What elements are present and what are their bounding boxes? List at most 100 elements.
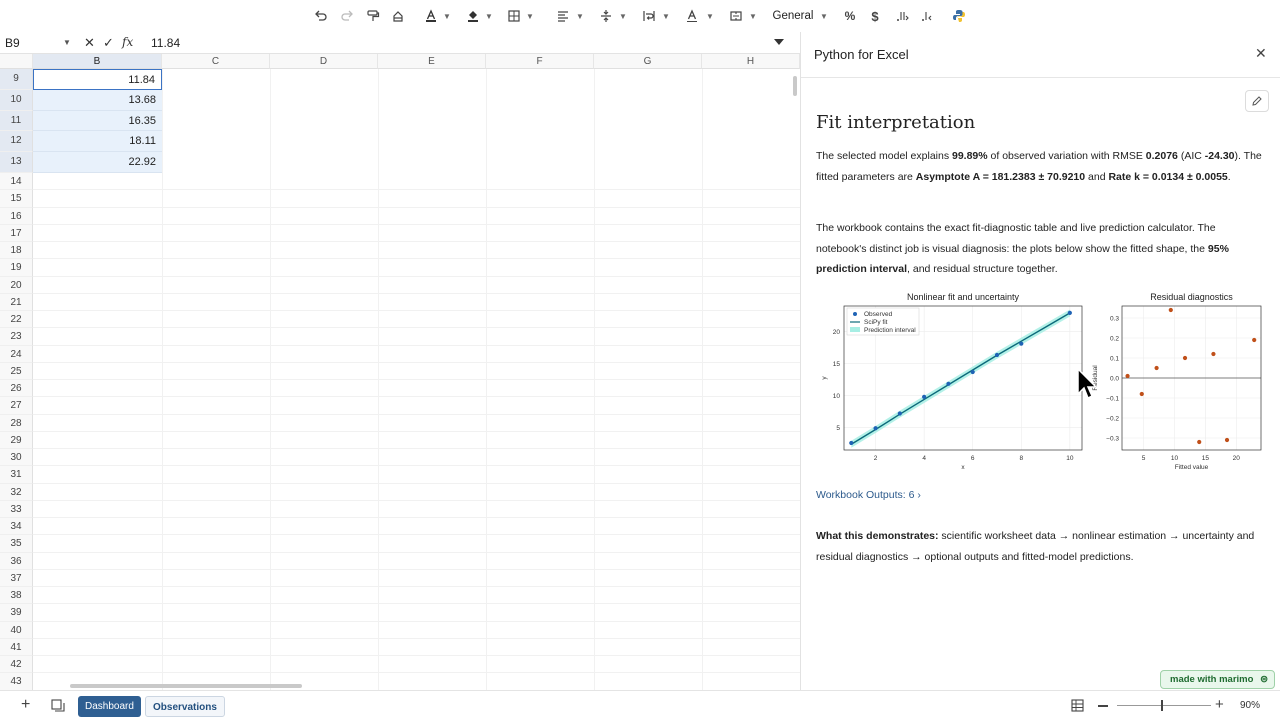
currency-icon[interactable]: $ <box>867 6 883 26</box>
zoom-slider[interactable] <box>1117 705 1211 706</box>
clear-format-icon[interactable] <box>389 6 407 26</box>
vertical-scrollbar[interactable] <box>793 76 797 96</box>
percent-icon[interactable]: % <box>842 6 858 26</box>
row-header[interactable]: 41 <box>0 638 33 656</box>
row-header[interactable]: 15 <box>0 190 33 208</box>
increase-decimal-icon[interactable] <box>893 6 911 26</box>
row-header[interactable]: 35 <box>0 535 33 553</box>
row-header[interactable]: 36 <box>0 552 33 570</box>
chevron-down-icon[interactable]: ▼ <box>662 6 670 26</box>
function-icon[interactable]: fx <box>122 35 133 49</box>
row-header[interactable]: 27 <box>0 397 33 415</box>
row-header[interactable]: 37 <box>0 569 33 587</box>
grid-cell[interactable]: 16.35 <box>33 110 162 132</box>
python-icon[interactable] <box>950 6 968 26</box>
row-header[interactable]: 21 <box>0 293 33 311</box>
row-header[interactable]: 34 <box>0 518 33 536</box>
row-header[interactable]: 23 <box>0 328 33 346</box>
add-sheet-icon[interactable]: + <box>21 696 30 714</box>
row-header[interactable]: 40 <box>0 621 33 639</box>
row-header[interactable]: 14 <box>0 173 33 191</box>
text-rotation-icon[interactable] <box>683 6 701 26</box>
fill-color-icon[interactable] <box>464 6 482 26</box>
chevron-down-icon[interactable]: ▼ <box>576 6 584 26</box>
row-header[interactable]: 18 <box>0 242 33 260</box>
expand-formula-icon[interactable] <box>774 39 784 45</box>
align-left-icon[interactable] <box>554 6 572 26</box>
chevron-down-icon[interactable]: ▼ <box>820 6 828 26</box>
workbook-outputs-link[interactable]: Workbook Outputs: 6 › <box>816 489 921 501</box>
chevron-down-icon[interactable]: ▼ <box>443 6 451 26</box>
vertical-align-icon[interactable] <box>597 6 615 26</box>
undo-icon[interactable] <box>312 6 330 26</box>
merge-cells-icon[interactable] <box>727 6 745 26</box>
made-with-marimo-badge[interactable]: made with marimo ⊜ <box>1160 670 1275 689</box>
row-header[interactable]: 17 <box>0 224 33 242</box>
column-header-f[interactable]: F <box>486 54 594 69</box>
chevron-down-icon[interactable]: ▼ <box>749 6 757 26</box>
column-header-h[interactable]: H <box>702 54 800 69</box>
row-header[interactable]: 9 <box>0 69 33 90</box>
row-header[interactable]: 26 <box>0 380 33 398</box>
spreadsheet-grid[interactable]: B C D E F G H 9 11.84 10 13.68 11 16.35 12 18.1… <box>0 54 800 690</box>
format-painter-icon[interactable] <box>364 6 382 26</box>
cancel-icon[interactable]: ✕ <box>84 35 95 51</box>
row-header[interactable]: 22 <box>0 311 33 329</box>
row-header[interactable]: 42 <box>0 656 33 674</box>
row-header[interactable]: 10 <box>0 89 33 111</box>
row-header[interactable]: 31 <box>0 466 33 484</box>
row-header[interactable]: 24 <box>0 345 33 363</box>
row-header[interactable]: 25 <box>0 362 33 380</box>
grid-cell[interactable]: 13.68 <box>33 89 162 111</box>
formula-input[interactable]: 11.84 <box>151 36 180 50</box>
edit-button[interactable] <box>1245 90 1269 112</box>
row-header[interactable]: 29 <box>0 431 33 449</box>
zoom-out-icon[interactable] <box>1098 705 1108 707</box>
row-header[interactable]: 13 <box>0 152 33 173</box>
font-color-icon[interactable] <box>422 6 440 26</box>
text-wrap-icon[interactable] <box>640 6 658 26</box>
normal-view-icon[interactable] <box>1071 699 1084 717</box>
chevron-down-icon[interactable]: ▼ <box>619 6 627 26</box>
row-header[interactable]: 12 <box>0 131 33 153</box>
row-header[interactable]: 28 <box>0 414 33 432</box>
horizontal-scrollbar[interactable] <box>70 684 302 688</box>
close-icon[interactable]: ✕ <box>1255 45 1267 62</box>
column-header-g[interactable]: G <box>594 54 702 69</box>
name-box[interactable]: B9 <box>5 36 20 50</box>
redo-icon[interactable] <box>338 6 356 26</box>
x-tick-label: 20 <box>1233 455 1241 462</box>
corner-header[interactable] <box>0 54 33 69</box>
column-header-c[interactable]: C <box>162 54 270 69</box>
grid-cell[interactable]: 11.84 <box>33 69 162 90</box>
sheet-tab-observations[interactable]: Observations <box>145 696 225 717</box>
borders-icon[interactable] <box>505 6 523 26</box>
chevron-down-icon[interactable]: ▼ <box>485 6 493 26</box>
grid-cell[interactable]: 18.11 <box>33 131 162 153</box>
chevron-down-icon[interactable]: ▼ <box>706 6 714 26</box>
row-header[interactable]: 43 <box>0 673 33 690</box>
sheet-tab-dashboard[interactable]: Dashboard <box>78 696 141 717</box>
column-header-b[interactable]: B <box>33 54 162 69</box>
number-format-select[interactable]: General <box>768 6 818 26</box>
row-header[interactable]: 39 <box>0 604 33 622</box>
row-header[interactable]: 32 <box>0 483 33 501</box>
zoom-in-icon[interactable]: + <box>1215 696 1224 713</box>
sheet-list-icon[interactable] <box>51 699 65 717</box>
row-header[interactable]: 38 <box>0 587 33 605</box>
chevron-down-icon[interactable]: ▼ <box>63 38 71 47</box>
check-icon[interactable]: ✓ <box>103 35 114 51</box>
row-header[interactable]: 19 <box>0 259 33 277</box>
row-header[interactable]: 20 <box>0 276 33 294</box>
column-header-d[interactable]: D <box>270 54 378 69</box>
grid-cell[interactable]: 22.92 <box>33 152 162 173</box>
zoom-slider-handle[interactable] <box>1161 700 1163 711</box>
row-header[interactable]: 33 <box>0 500 33 518</box>
row-header[interactable]: 11 <box>0 110 33 132</box>
decrease-decimal-icon[interactable] <box>918 6 936 26</box>
grid-line <box>33 465 800 467</box>
row-header[interactable]: 16 <box>0 207 33 225</box>
column-header-e[interactable]: E <box>378 54 486 69</box>
chevron-down-icon[interactable]: ▼ <box>526 6 534 26</box>
row-header[interactable]: 30 <box>0 449 33 467</box>
